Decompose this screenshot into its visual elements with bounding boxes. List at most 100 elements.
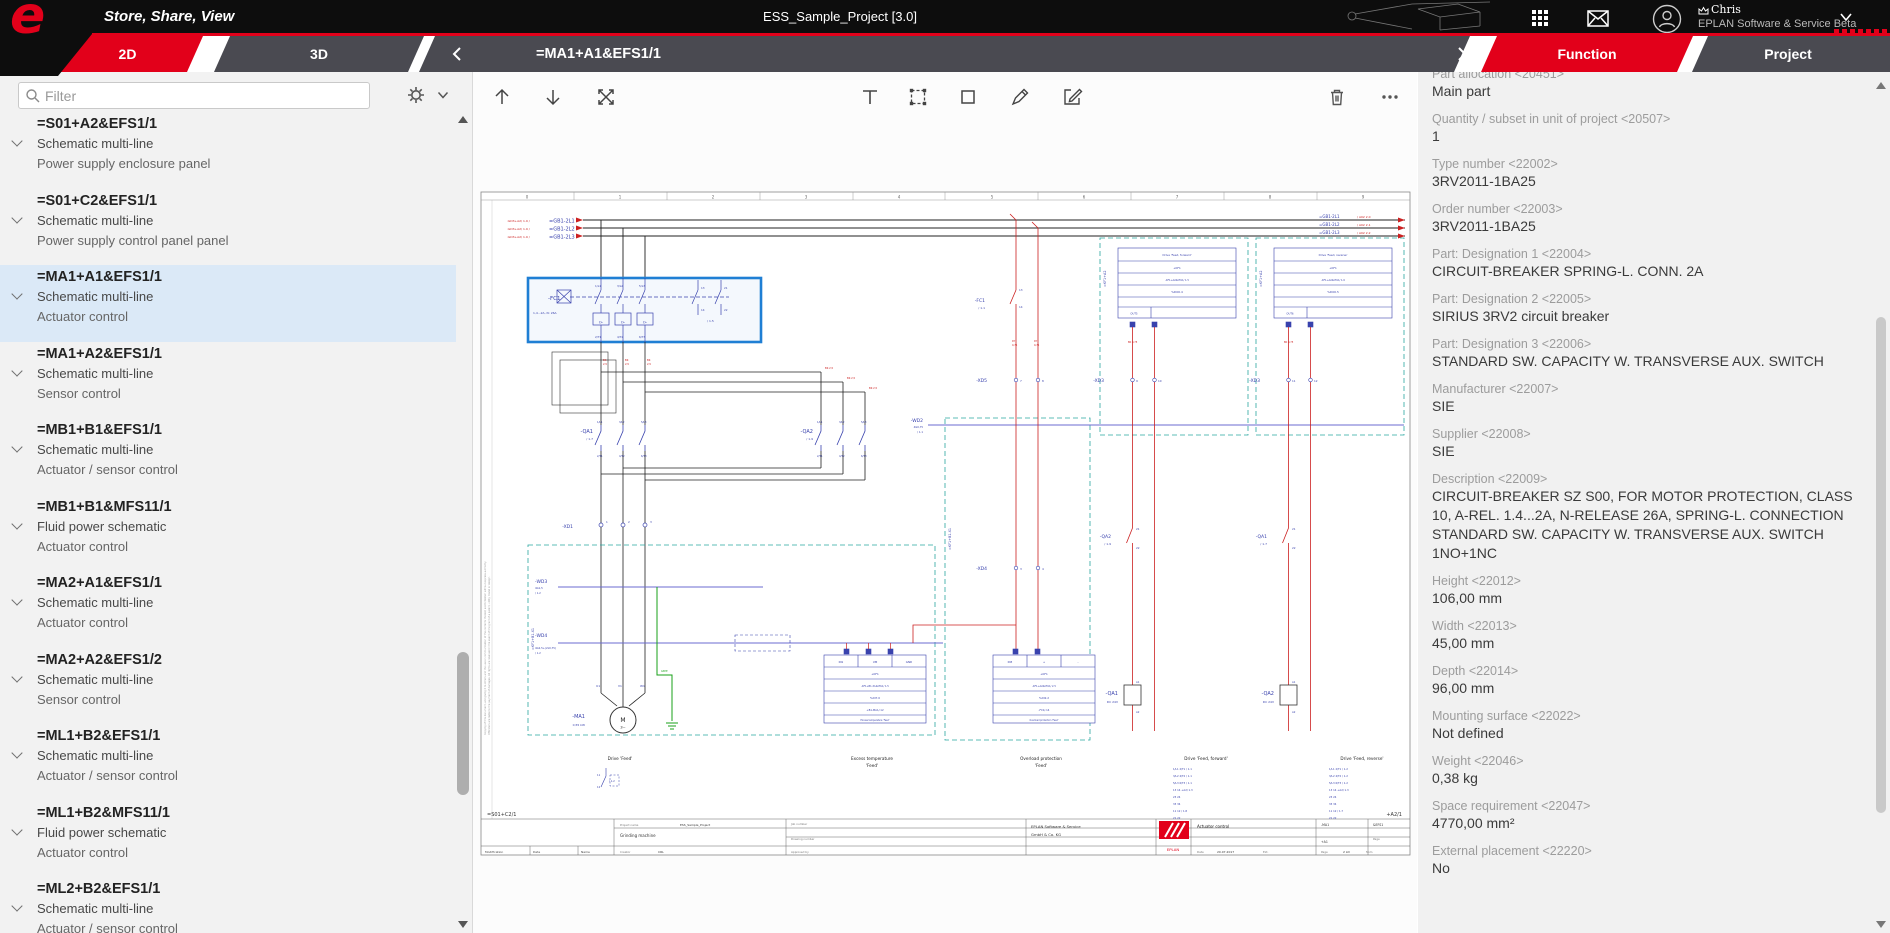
sidebar-item-ma2-a2-efs1-2[interactable]: =MA2+A2&EFS1/2Schematic multi-lineSensor… — [0, 648, 456, 725]
page-forward-icon[interactable] — [1453, 46, 1469, 62]
sidebar-item-ma2-a1-efs1-1[interactable]: =MA2+A1&EFS1/1Schematic multi-lineActuat… — [0, 571, 456, 648]
schematic-label: 11 12 / 1.8 — [1173, 809, 1187, 813]
page-type: Schematic multi-line — [37, 670, 450, 690]
schematic-label: GNYE — [661, 670, 668, 673]
app-grid-icon[interactable] — [1528, 7, 1552, 29]
schematic-label: U1 — [596, 684, 600, 688]
schematic-label: 3/L2 4/T2 / 1.2 — [1329, 774, 1348, 778]
navigate-up-button[interactable] — [490, 85, 514, 109]
chevron-down-icon[interactable] — [11, 135, 22, 146]
schematic-label: 6/T3 — [639, 335, 645, 339]
panel-scroll-down[interactable] — [1876, 921, 1886, 928]
settings-gear-icon[interactable] — [404, 83, 428, 107]
schematic-label: DC 24V — [1263, 700, 1275, 704]
schematic-label: 13 14 +A2/ 1.3 — [1329, 788, 1349, 792]
chevron-down-icon[interactable] — [11, 824, 22, 835]
text-tool-button[interactable] — [858, 85, 882, 109]
sidebar-item-ma1-a1-efs1-1[interactable]: =MA1+A1&EFS1/1Schematic multi-lineActuat… — [0, 265, 456, 342]
sidebar-item-s01-a2-efs1-1[interactable]: =S01+A2&EFS1/1Schematic multi-linePower … — [0, 112, 456, 189]
sidebar-item-s01-c2-efs1-1[interactable]: =S01+C2&EFS1/1Schematic multi-linePower … — [0, 189, 456, 266]
canvas: 0123456789=S01+C2/1+A2/1Copying of this … — [473, 72, 1417, 933]
schematic-label: I> — [643, 321, 647, 325]
sidebar-scroll-down[interactable] — [458, 921, 468, 928]
schematic-label: 4/T2 — [619, 454, 625, 458]
schematic-label: 5/L3 — [639, 284, 645, 288]
schematic-label: 14 — [701, 308, 705, 312]
tab-3d[interactable]: 3D — [222, 36, 416, 72]
schematic-label: 8 — [1042, 379, 1044, 383]
schematic-sheet[interactable]: 0123456789=S01+C2/1+A2/1Copying of this … — [473, 75, 1417, 933]
search-icon — [25, 88, 41, 104]
panel-scroll-up[interactable] — [1876, 82, 1886, 89]
chevron-down-icon[interactable] — [11, 365, 22, 376]
schematic-label: EPLAN — [1167, 847, 1179, 852]
schematic-label: 8 — [1269, 195, 1272, 200]
filter-input[interactable] — [45, 84, 365, 107]
schematic-label: / A02 2.2 — [1357, 231, 1371, 235]
schematic-label: Grinding machine — [620, 833, 656, 838]
schematic-label: 2,5 — [647, 362, 651, 366]
sidebar-item-mb1-b1-mfs11-1[interactable]: =MB1+B1&MFS11/1Fluid power schematicActu… — [0, 495, 456, 572]
user-menu-chevron-icon[interactable] — [1838, 10, 1854, 24]
tab-document[interactable]: =MA1+A1&EFS1/1 — [427, 36, 1462, 72]
chevron-down-icon[interactable] — [11, 288, 22, 299]
mail-icon[interactable] — [1586, 7, 1610, 29]
schematic-label: / 1.2 — [535, 651, 541, 655]
schematic-label: -QA2 — [800, 429, 813, 435]
user-name-row[interactable]: Chris — [1698, 3, 1741, 18]
schematic-label: -KF1+A2&CFA1/ 1.6 — [1321, 279, 1345, 282]
chevron-down-icon[interactable] — [11, 900, 22, 911]
schematic-label: 13 — [1019, 288, 1023, 292]
schematic-label: :GD3+A2/ 1.9 / — [507, 219, 531, 223]
schematic-label: &EFS1 — [1373, 823, 1383, 827]
panel-scrollbar-thumb[interactable] — [1876, 317, 1886, 813]
schematic-label: Job number — [790, 822, 808, 826]
page-description: Sensor control — [37, 384, 450, 404]
schematic-label: A1 — [1292, 680, 1296, 684]
schematic-label: 5/L3 6/T3 / 1.1 — [1173, 781, 1192, 785]
tab-function[interactable]: Function — [1489, 36, 1685, 72]
sidebar-scroll-up[interactable] — [458, 116, 468, 123]
page-description: Actuator control — [37, 537, 450, 557]
schematic-label: A2 — [1136, 710, 1140, 714]
tab-project[interactable]: Project — [1700, 36, 1876, 72]
schematic-label: I> — [621, 321, 625, 325]
sidebar-item-ma1-a2-efs1-1[interactable]: =MA1+A2&EFS1/1Schematic multi-lineSensor… — [0, 342, 456, 419]
fit-to-screen-button[interactable] — [594, 85, 618, 109]
page-type: Schematic multi-line — [37, 593, 450, 613]
schematic-label: 2/T1 — [597, 454, 603, 458]
page-back-icon[interactable] — [450, 46, 466, 62]
chevron-down-icon[interactable] — [11, 212, 22, 223]
schematic-label: 11 — [1292, 379, 1296, 383]
edit-tool-button[interactable] — [1060, 85, 1084, 109]
delete-button[interactable] — [1325, 85, 1349, 109]
chevron-down-icon[interactable] — [11, 747, 22, 758]
schematic-label: GND — [906, 660, 912, 664]
property-label: Depth <22014> — [1432, 663, 1872, 679]
property-value: 96,00 mm — [1432, 679, 1872, 698]
chevron-down-icon[interactable] — [11, 671, 22, 682]
page-type: Schematic multi-line — [37, 211, 450, 231]
property-value: CIRCUIT-BREAKER SZ S00, FOR MOTOR PROTEC… — [1432, 487, 1872, 563]
navigate-down-button[interactable] — [541, 85, 565, 109]
sidebar-item-ml1-b2-mfs11-1[interactable]: =ML1+B2&MFS11/1Fluid power schematicActu… — [0, 801, 456, 878]
sidebar-item-ml1-b2-efs1-1[interactable]: =ML1+B2&EFS1/1Schematic multi-lineActuat… — [0, 724, 456, 801]
chevron-down-icon[interactable] — [11, 441, 22, 452]
sidebar-scrollbar-thumb[interactable] — [457, 652, 469, 795]
draw-tool-button[interactable] — [1008, 85, 1032, 109]
shape-tool-button[interactable] — [956, 85, 980, 109]
sidebar-item-ml2-b2-efs1-1[interactable]: =ML2+B2&EFS1/1Schematic multi-lineActuat… — [0, 877, 456, 933]
property-field: Height <22012>106,00 mm — [1432, 573, 1872, 608]
avatar[interactable] — [1652, 4, 1682, 34]
schematic-label: -WD2 — [911, 418, 923, 424]
schematic-label: 22 — [1292, 546, 1296, 550]
chevron-down-icon[interactable] — [11, 518, 22, 529]
sidebar-options-chevron-icon[interactable] — [436, 88, 450, 102]
titlebar: Store, Share, View ESS_Sample_Project [3… — [0, 0, 1890, 33]
schematic-label: A2 — [1292, 710, 1296, 714]
more-options-button[interactable] — [1378, 85, 1402, 109]
page-id: =MB1+B1&EFS1/1 — [37, 421, 450, 440]
chevron-down-icon[interactable] — [11, 594, 22, 605]
marquee-tool-button[interactable] — [906, 85, 930, 109]
sidebar-item-mb1-b1-efs1-1[interactable]: =MB1+B1&EFS1/1Schematic multi-lineActuat… — [0, 418, 456, 495]
